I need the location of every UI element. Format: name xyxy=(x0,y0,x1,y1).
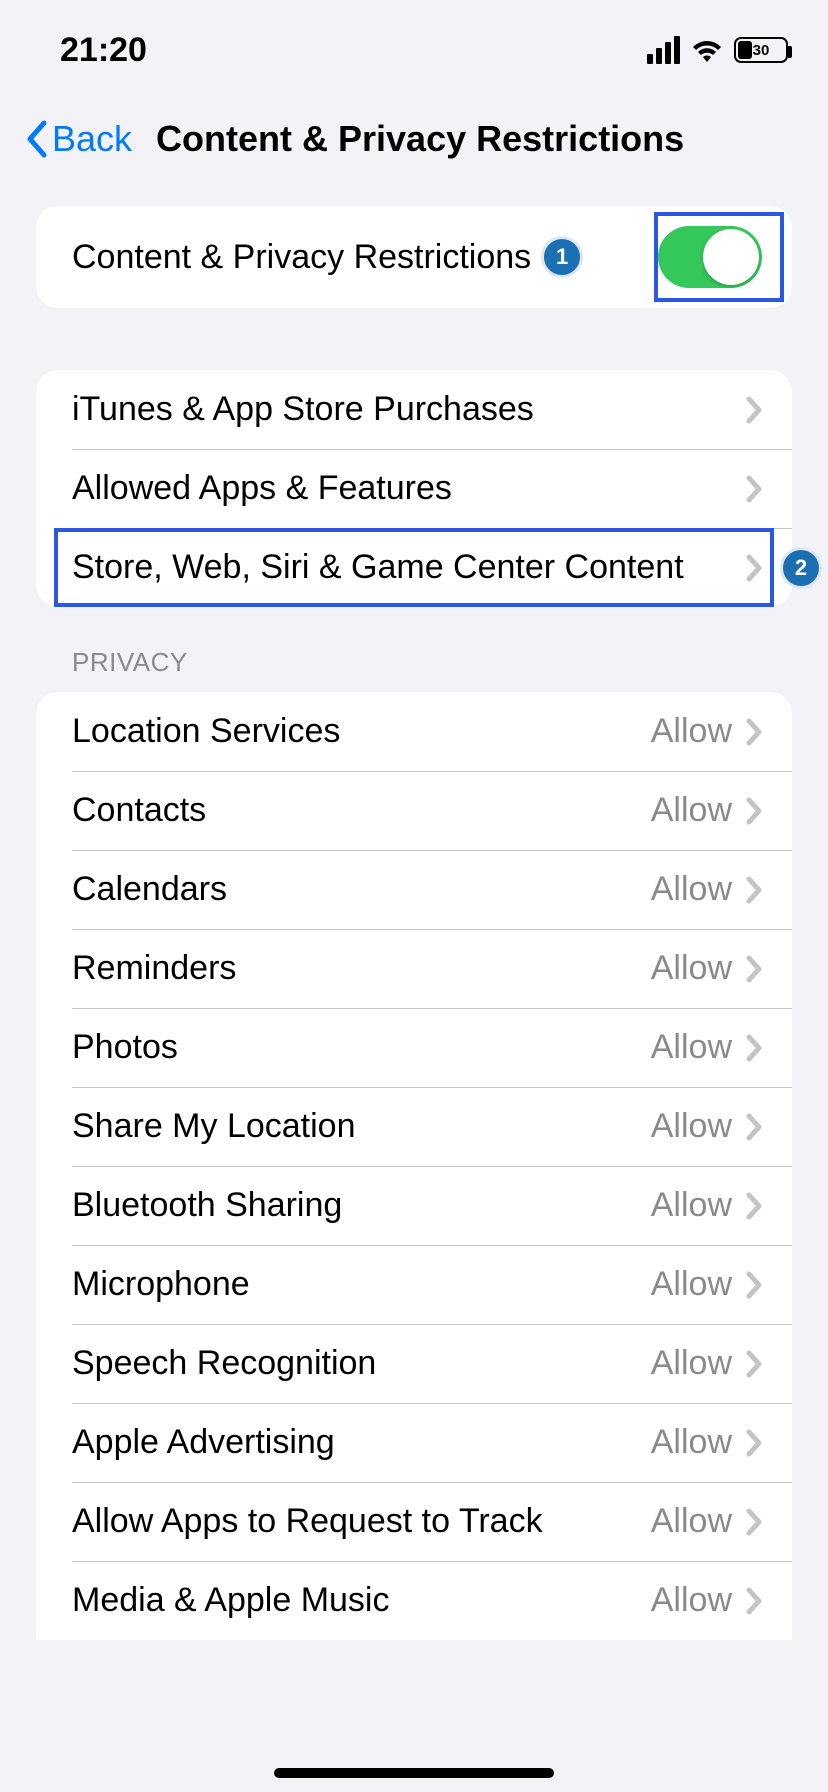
row-value: Allow xyxy=(651,1581,732,1620)
row-itunes-appstore[interactable]: iTunes & App Store Purchases xyxy=(36,370,792,449)
chevron-right-icon xyxy=(746,554,762,582)
row-value: Allow xyxy=(651,1186,732,1225)
chevron-right-icon xyxy=(746,1271,762,1299)
content-privacy-toggle-row[interactable]: Content & Privacy Restrictions 1 xyxy=(36,206,792,308)
privacy-row-reminders[interactable]: RemindersAllow xyxy=(36,929,792,1008)
chevron-right-icon xyxy=(746,1429,762,1457)
chevron-left-icon xyxy=(24,120,48,158)
row-label: Contacts xyxy=(72,791,651,830)
chevron-right-icon xyxy=(746,1350,762,1378)
chevron-right-icon xyxy=(746,876,762,904)
wifi-icon xyxy=(690,37,724,63)
row-label: iTunes & App Store Purchases xyxy=(72,390,746,429)
row-allowed-apps[interactable]: Allowed Apps & Features xyxy=(36,449,792,528)
privacy-row-share-my-location[interactable]: Share My LocationAllow xyxy=(36,1087,792,1166)
toggle-label: Content & Privacy Restrictions xyxy=(72,238,531,277)
cellular-signal-icon xyxy=(647,36,680,64)
row-value: Allow xyxy=(651,791,732,830)
status-right: 30 xyxy=(647,36,788,64)
chevron-right-icon xyxy=(746,955,762,983)
page-title: Content & Privacy Restrictions xyxy=(156,118,684,160)
back-label: Back xyxy=(52,118,132,160)
toggle-switch[interactable] xyxy=(658,226,762,288)
row-value: Allow xyxy=(651,949,732,988)
row-label: Allowed Apps & Features xyxy=(72,469,746,508)
home-indicator[interactable] xyxy=(274,1768,554,1778)
row-value: Allow xyxy=(651,1502,732,1541)
privacy-row-speech-recognition[interactable]: Speech RecognitionAllow xyxy=(36,1324,792,1403)
chevron-right-icon xyxy=(746,797,762,825)
chevron-right-icon xyxy=(746,718,762,746)
annotation-badge-2: 2 xyxy=(780,547,822,589)
row-value: Allow xyxy=(651,1028,732,1067)
row-label: Bluetooth Sharing xyxy=(72,1186,651,1225)
row-label: Reminders xyxy=(72,949,651,988)
row-value: Allow xyxy=(651,1265,732,1304)
row-value: Allow xyxy=(651,712,732,751)
chevron-right-icon xyxy=(746,1587,762,1615)
row-label: Speech Recognition xyxy=(72,1344,651,1383)
row-label: Store, Web, Siri & Game Center Content xyxy=(72,548,746,587)
row-label: Media & Apple Music xyxy=(72,1581,651,1620)
privacy-row-media-apple-music[interactable]: Media & Apple MusicAllow xyxy=(36,1561,792,1640)
content-group: iTunes & App Store Purchases Allowed App… xyxy=(36,370,792,607)
chevron-right-icon xyxy=(746,1034,762,1062)
annotation-badge-1: 1 xyxy=(541,236,583,278)
privacy-row-apple-advertising[interactable]: Apple AdvertisingAllow xyxy=(36,1403,792,1482)
row-label: Microphone xyxy=(72,1265,651,1304)
privacy-row-bluetooth-sharing[interactable]: Bluetooth SharingAllow xyxy=(36,1166,792,1245)
row-label: Photos xyxy=(72,1028,651,1067)
row-value: Allow xyxy=(651,870,732,909)
chevron-right-icon xyxy=(746,1192,762,1220)
row-store-web-siri-gamecenter[interactable]: Store, Web, Siri & Game Center Content 2 xyxy=(36,528,792,607)
privacy-row-photos[interactable]: PhotosAllow xyxy=(36,1008,792,1087)
privacy-row-allow-apps-to-request-to-track[interactable]: Allow Apps to Request to TrackAllow xyxy=(36,1482,792,1561)
back-button[interactable]: Back xyxy=(24,118,132,160)
nav-bar: Back Content & Privacy Restrictions xyxy=(0,100,828,188)
row-value: Allow xyxy=(651,1344,732,1383)
row-label: Location Services xyxy=(72,712,651,751)
privacy-row-calendars[interactable]: CalendarsAllow xyxy=(36,850,792,929)
status-time: 21:20 xyxy=(60,31,147,70)
chevron-right-icon xyxy=(746,475,762,503)
privacy-row-location-services[interactable]: Location ServicesAllow xyxy=(36,692,792,771)
row-label: Share My Location xyxy=(72,1107,651,1146)
chevron-right-icon xyxy=(746,1508,762,1536)
privacy-group: Location ServicesAllowContactsAllowCalen… xyxy=(36,692,792,1640)
row-value: Allow xyxy=(651,1107,732,1146)
privacy-row-contacts[interactable]: ContactsAllow xyxy=(36,771,792,850)
row-label: Calendars xyxy=(72,870,651,909)
chevron-right-icon xyxy=(746,1113,762,1141)
status-bar: 21:20 30 xyxy=(0,0,828,100)
privacy-row-microphone[interactable]: MicrophoneAllow xyxy=(36,1245,792,1324)
row-value: Allow xyxy=(651,1423,732,1462)
row-label: Apple Advertising xyxy=(72,1423,651,1462)
toggle-group: Content & Privacy Restrictions 1 xyxy=(36,206,792,308)
chevron-right-icon xyxy=(746,396,762,424)
battery-icon: 30 xyxy=(734,37,788,63)
row-label: Allow Apps to Request to Track xyxy=(72,1502,651,1541)
privacy-section-header: PRIVACY xyxy=(0,647,828,692)
